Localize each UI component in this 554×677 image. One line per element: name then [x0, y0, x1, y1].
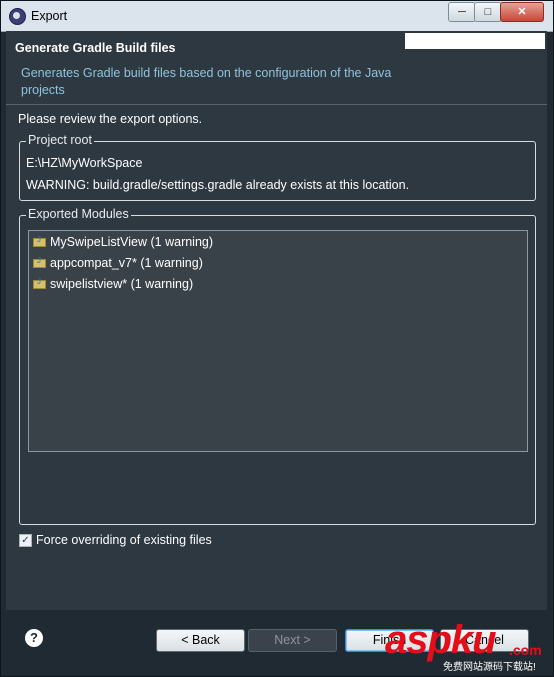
back-button[interactable]: < Back — [156, 629, 245, 652]
eclipse-app-icon — [9, 8, 26, 25]
wizard-title: Generate Gradle Build files — [15, 41, 176, 55]
modules-list[interactable]: J MySwipeListView (1 warning) J appcompa… — [28, 230, 528, 452]
java-project-icon: J — [33, 278, 46, 290]
list-item[interactable]: J appcompat_v7* (1 warning) — [33, 253, 203, 273]
project-root-group: Project root — [19, 133, 536, 201]
review-prompt: Please review the export options. — [18, 112, 203, 126]
project-root-label: Project root — [26, 133, 94, 147]
force-override-checkbox[interactable]: ✓ — [19, 533, 32, 547]
next-button[interactable]: Next > — [248, 629, 337, 652]
help-icon[interactable]: ? — [25, 629, 43, 647]
close-button[interactable]: ✕ — [500, 2, 544, 22]
project-root-path: E:\HZ\MyWorkSpace — [26, 156, 143, 170]
java-project-icon: J — [33, 257, 46, 269]
title-bar[interactable]: Export ─ □ ✕ — [1, 1, 553, 32]
exported-modules-label: Exported Modules — [26, 207, 131, 221]
force-override-option[interactable]: ✓ Force overriding of existing files — [19, 533, 212, 547]
list-item-label: MySwipeListView (1 warning) — [50, 235, 214, 249]
minimize-button[interactable]: ─ — [448, 2, 476, 22]
force-override-label: Force overriding of existing files — [36, 533, 212, 547]
project-root-warning: WARNING: build.gradle/settings.gradle al… — [26, 178, 410, 192]
list-item-label: appcompat_v7* (1 warning) — [50, 256, 203, 270]
watermark-tld: .com — [509, 642, 542, 658]
wizard-description: Generates Gradle build files based on th… — [21, 66, 392, 97]
list-item[interactable]: J swipelistview* (1 warning) — [33, 274, 193, 294]
watermark-tagline: 免费网站源码下载站! — [441, 658, 538, 673]
list-item-label: swipelistview* (1 warning) — [50, 277, 194, 291]
watermark-brand: aspku — [385, 618, 497, 662]
watermark: aspku .com 免费网站源码下载站! — [381, 618, 554, 675]
list-item[interactable]: J MySwipeListView (1 warning) — [33, 232, 213, 252]
maximize-button[interactable]: □ — [474, 2, 502, 22]
header-image — [405, 33, 545, 49]
java-project-icon: J — [33, 236, 46, 248]
window-title: Export — [31, 9, 68, 23]
